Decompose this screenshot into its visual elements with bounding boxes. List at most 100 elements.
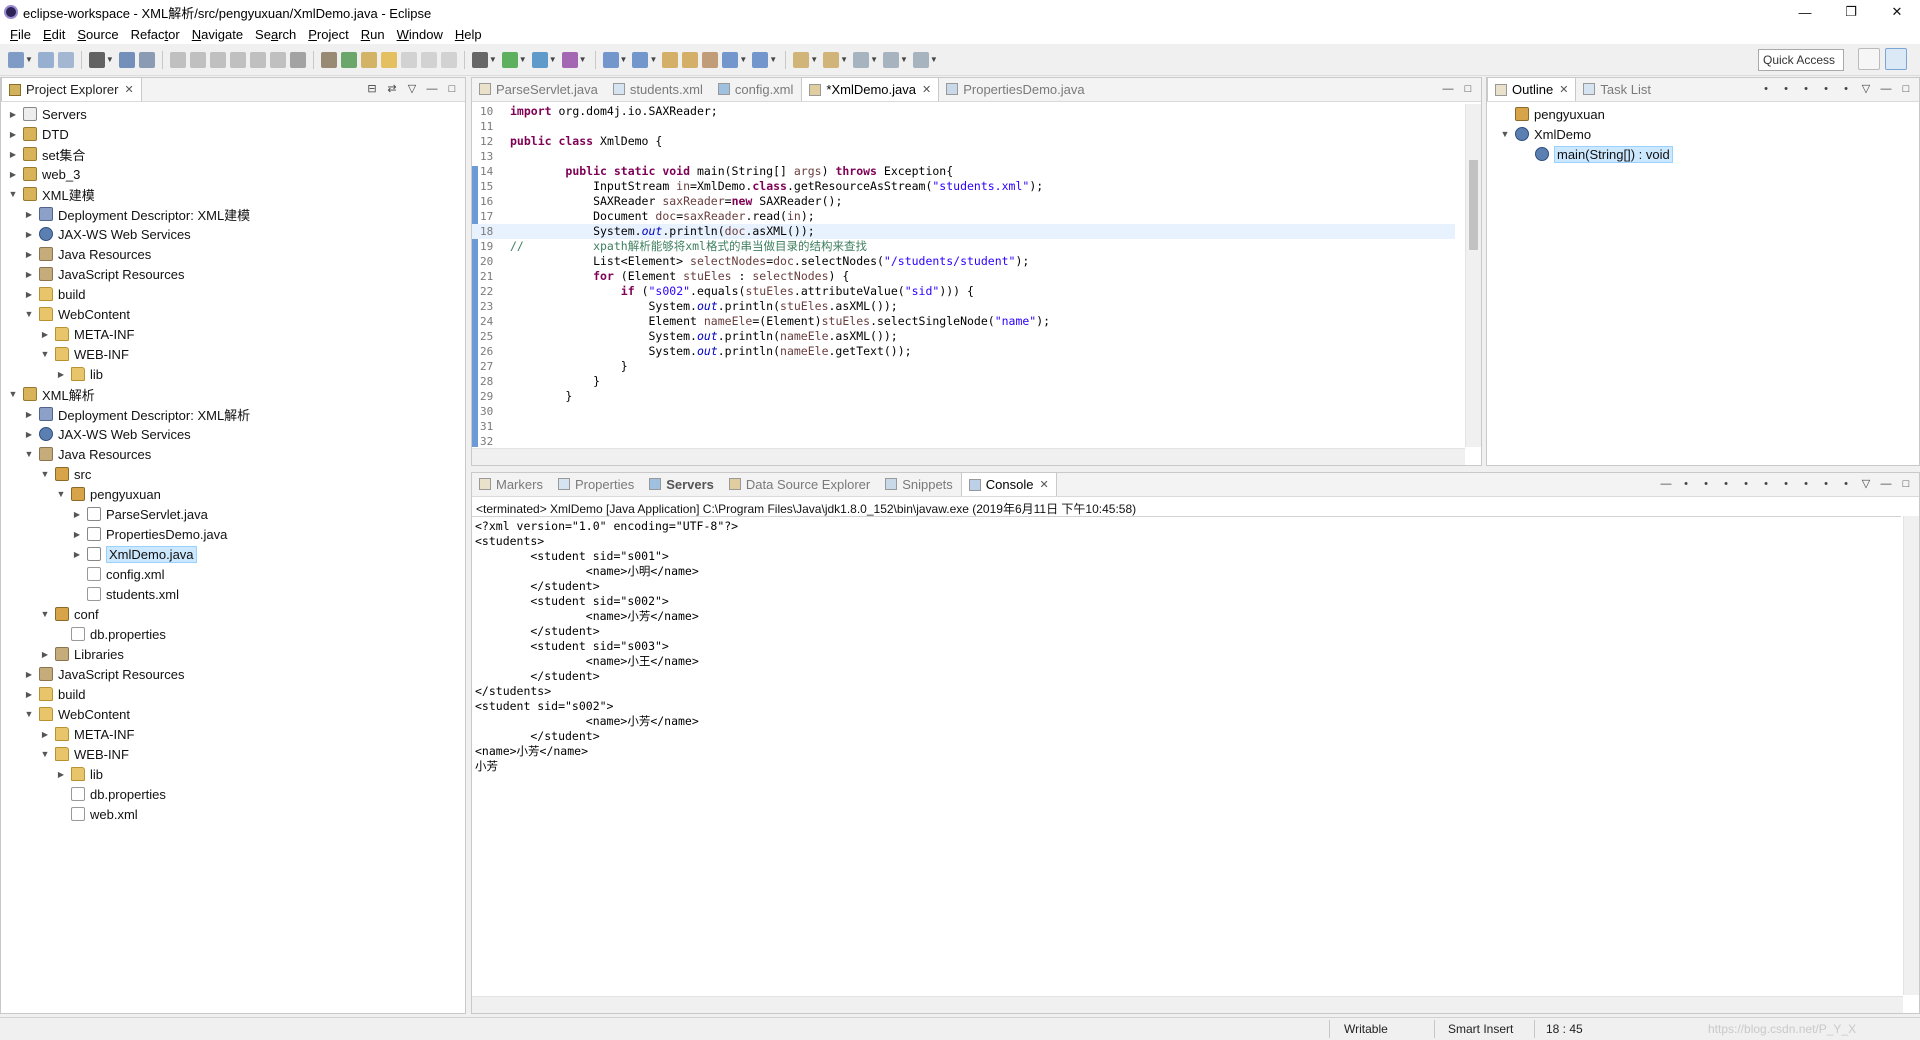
clear-console-icon[interactable]: • (1719, 477, 1733, 491)
tree-item[interactable]: ▶ ParseServlet.java (71, 504, 208, 524)
tree-item[interactable]: ▶ web_3 (7, 164, 80, 184)
tree-item[interactable]: pengyuxuan (1499, 104, 1605, 124)
code-line[interactable]: 17 Document doc=saxReader.read(in); (472, 209, 1455, 224)
console-horizontal-scrollbar[interactable] (472, 996, 1903, 1013)
tab[interactable]: config.xml (711, 77, 802, 101)
tab[interactable]: Properties (551, 472, 642, 496)
console-icon[interactable] (118, 51, 135, 68)
code-line[interactable]: 24 Element nameEle=(Element)stuEles.sele… (472, 314, 1455, 329)
code-line[interactable]: 28 } (472, 374, 1455, 389)
code-line[interactable]: 13 (472, 149, 1455, 164)
chevron-right-icon[interactable]: ▶ (39, 730, 51, 739)
code-line[interactable]: 21 for (Element stuEles : selectNodes) { (472, 269, 1455, 284)
tab[interactable]: students.xml (606, 77, 711, 101)
chevron-down-icon[interactable]: ▼ (23, 309, 35, 319)
close-icon[interactable]: ✕ (124, 83, 133, 96)
task-icon[interactable] (340, 51, 357, 68)
close-icon[interactable]: ✕ (1559, 83, 1568, 96)
suspend-icon[interactable] (189, 51, 206, 68)
chevron-down-icon[interactable]: ▼ (23, 709, 35, 719)
menu-item[interactable]: Refactor (131, 27, 180, 42)
tree-item[interactable]: ▶ JavaScript Resources (23, 264, 185, 284)
tab[interactable]: Servers (642, 472, 722, 496)
view-menu-icon[interactable]: ▽ (405, 82, 419, 96)
tree-item[interactable]: db.properties (55, 784, 166, 804)
tree-item[interactable]: ▼ XmlDemo (1499, 124, 1592, 144)
tree-item[interactable]: ▼ pengyuxuan (55, 484, 161, 504)
minimize-view-icon[interactable]: — (1441, 82, 1455, 96)
menu-item[interactable]: Run (361, 27, 385, 42)
maximize-view-icon[interactable]: □ (445, 82, 459, 96)
dropdown-arrow-icon[interactable]: ▼ (25, 55, 33, 64)
tree-item[interactable]: ▼ XML建模 (7, 184, 95, 204)
chevron-down-icon[interactable]: ▼ (39, 469, 51, 479)
code-line[interactable]: 26 System.out.println(nameEle.getText())… (472, 344, 1455, 359)
terminate-icon[interactable] (209, 51, 226, 68)
tab[interactable]: *XmlDemo.java ✕ (801, 77, 940, 101)
maximize-view-icon[interactable]: □ (1899, 82, 1913, 96)
menu-item[interactable]: Project (308, 27, 348, 42)
new-server-icon[interactable] (602, 51, 619, 68)
chevron-right-icon[interactable]: ▶ (71, 530, 83, 539)
chevron-down-icon[interactable]: ▼ (7, 389, 19, 399)
tree-item[interactable]: ▶ META-INF (39, 324, 135, 344)
tree-item[interactable]: ▼ XML解析 (7, 384, 95, 404)
code-line[interactable]: 32 (472, 434, 1455, 447)
tree-item[interactable]: ▼ WebContent (23, 304, 131, 324)
toggle-word-wrap-icon[interactable] (380, 51, 397, 68)
tree-item[interactable]: ▶ build (23, 684, 86, 704)
tree-item[interactable]: ▶ JAX-WS Web Services (23, 424, 191, 444)
code-line[interactable]: 27 } (472, 359, 1455, 374)
step-into-icon[interactable] (249, 51, 266, 68)
maximize-view-icon[interactable]: □ (1461, 82, 1475, 96)
chevron-right-icon[interactable]: ▶ (23, 270, 35, 279)
tab[interactable]: Console ✕ (960, 472, 1057, 496)
step-over-icon[interactable] (269, 51, 286, 68)
tree-item[interactable]: ▶ Deployment Descriptor: XML解析 (23, 404, 250, 424)
tree-item[interactable]: ▼ WEB-INF (39, 344, 129, 364)
tree-item[interactable]: ▼ Java Resources (23, 444, 152, 464)
dropdown-arrow-icon[interactable]: ▼ (620, 55, 628, 64)
view-menu-icon[interactable]: ▽ (1859, 82, 1873, 96)
editor-horizontal-scrollbar[interactable] (472, 448, 1465, 465)
code-line[interactable]: 31 (472, 419, 1455, 434)
code-line[interactable]: 25 System.out.println(nameEle.asXML()); (472, 329, 1455, 344)
chevron-right-icon[interactable]: ▶ (7, 170, 19, 179)
scroll-thumb[interactable] (1469, 160, 1478, 250)
menu-item[interactable]: Navigate (192, 27, 243, 42)
open-console-icon[interactable]: • (1839, 477, 1853, 491)
code-line[interactable]: 29 } (472, 389, 1455, 404)
tree-item[interactable]: ▶ Servers (7, 104, 87, 124)
tree-item[interactable]: ▶ build (23, 284, 86, 304)
block-selection-icon[interactable] (440, 51, 457, 68)
tree-item[interactable]: ▶ PropertiesDemo.java (71, 524, 227, 544)
chevron-right-icon[interactable]: ▶ (23, 670, 35, 679)
close-icon[interactable]: ✕ (922, 83, 931, 96)
chevron-right-icon[interactable]: ▶ (23, 230, 35, 239)
chevron-right-icon[interactable]: ▶ (71, 510, 83, 519)
code-line[interactable]: 30 (472, 404, 1455, 419)
tree-item[interactable]: ▶ META-INF (39, 724, 135, 744)
save-icon[interactable] (37, 51, 54, 68)
chevron-down-icon[interactable]: ▼ (55, 489, 67, 499)
tree-item[interactable]: ▼ WebContent (23, 704, 131, 724)
open-perspective-button[interactable] (1858, 48, 1880, 70)
tab[interactable]: Markers (472, 472, 551, 496)
dropdown-arrow-icon[interactable]: ▼ (549, 55, 557, 64)
open-project-icon[interactable] (682, 51, 699, 68)
code-line[interactable]: 12 public class XmlDemo { (472, 134, 1455, 149)
tab-project-explorer[interactable]: Project Explorer ✕ (1, 77, 142, 101)
chevron-down-icon[interactable]: ▼ (39, 749, 51, 759)
run-icon[interactable] (501, 51, 518, 68)
next-annotation-icon[interactable] (793, 51, 810, 68)
dropdown-arrow-icon[interactable]: ▼ (900, 55, 908, 64)
step-return-icon[interactable] (289, 51, 306, 68)
minimize-view-icon[interactable]: — (1879, 477, 1893, 491)
collapse-all-icon[interactable]: ⊟ (365, 82, 379, 96)
tab[interactable]: Snippets (878, 472, 961, 496)
disconnect-icon[interactable] (229, 51, 246, 68)
javaee-perspective-button[interactable] (1885, 48, 1907, 70)
code-line[interactable]: 20 List<Element> selectNodes=doc.selectN… (472, 254, 1455, 269)
menu-item[interactable]: File (10, 27, 31, 42)
chevron-down-icon[interactable]: ▼ (39, 349, 51, 359)
